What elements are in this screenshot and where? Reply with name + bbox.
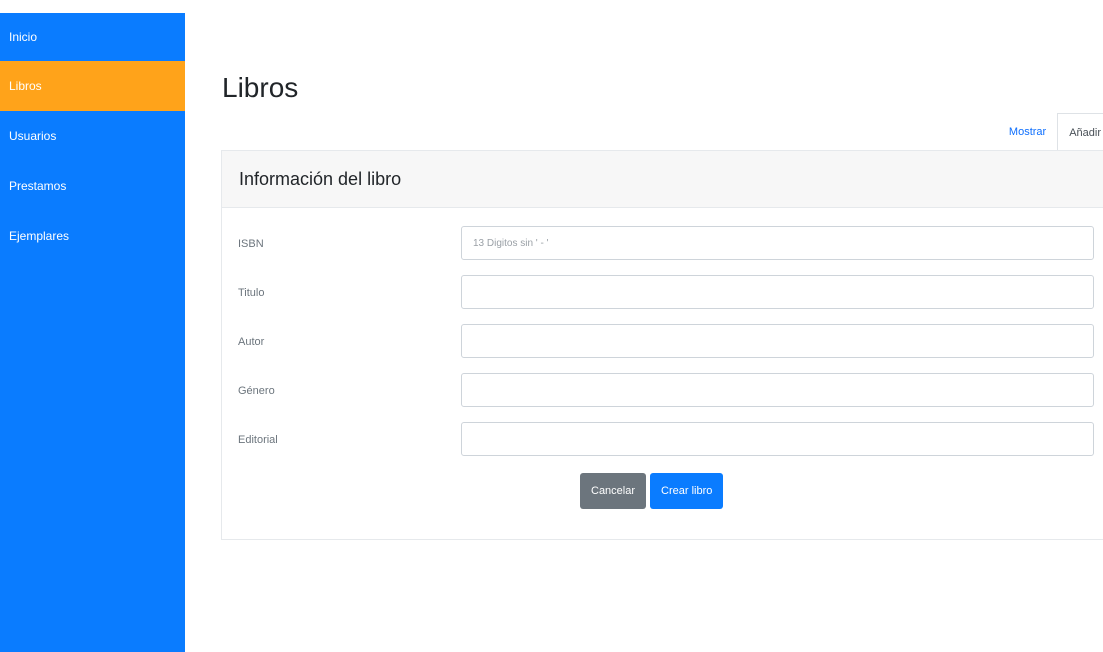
book-form-card: Información del libro ISBN Titulo Autor … [221, 150, 1103, 540]
cancel-button[interactable]: Cancelar [580, 473, 647, 509]
tab-mostrar[interactable]: Mostrar [998, 113, 1057, 151]
form-actions: Cancelar Crear libro [580, 473, 724, 509]
tab-anadir[interactable]: Añadir [1057, 113, 1103, 151]
editorial-input[interactable] [461, 422, 1094, 456]
sidebar-item-inicio[interactable]: Inicio [0, 13, 185, 61]
genero-input[interactable] [461, 373, 1094, 407]
create-book-button[interactable]: Crear libro [650, 473, 724, 509]
isbn-row: ISBN [222, 226, 1103, 262]
page-title: Libros [222, 72, 299, 103]
titulo-label: Titulo [238, 287, 265, 299]
sidebar-item-libros[interactable]: Libros [0, 61, 185, 111]
autor-input[interactable] [461, 324, 1094, 358]
sidebar-item-ejemplares[interactable]: Ejemplares [0, 211, 185, 261]
titulo-row: Titulo [222, 275, 1103, 311]
titulo-input[interactable] [461, 275, 1094, 309]
editorial-label: Editorial [238, 434, 278, 446]
card-title: Información del libro [239, 169, 402, 189]
card-header: Información del libro [222, 151, 1103, 208]
isbn-label: ISBN [238, 238, 264, 250]
isbn-input[interactable] [461, 226, 1094, 260]
sidebar-item-usuarios[interactable]: Usuarios [0, 111, 185, 161]
genero-row: Género [222, 373, 1103, 409]
autor-row: Autor [222, 324, 1103, 360]
editorial-row: Editorial [222, 422, 1103, 458]
sidebar: Inicio Libros Usuarios Prestamos Ejempla… [0, 13, 185, 652]
genero-label: Género [238, 385, 275, 397]
autor-label: Autor [238, 336, 265, 348]
sidebar-item-prestamos[interactable]: Prestamos [0, 161, 185, 211]
page: Inicio Libros Usuarios Prestamos Ejempla… [0, 0, 1103, 652]
tab-bar: Mostrar Añadir [998, 113, 1103, 151]
